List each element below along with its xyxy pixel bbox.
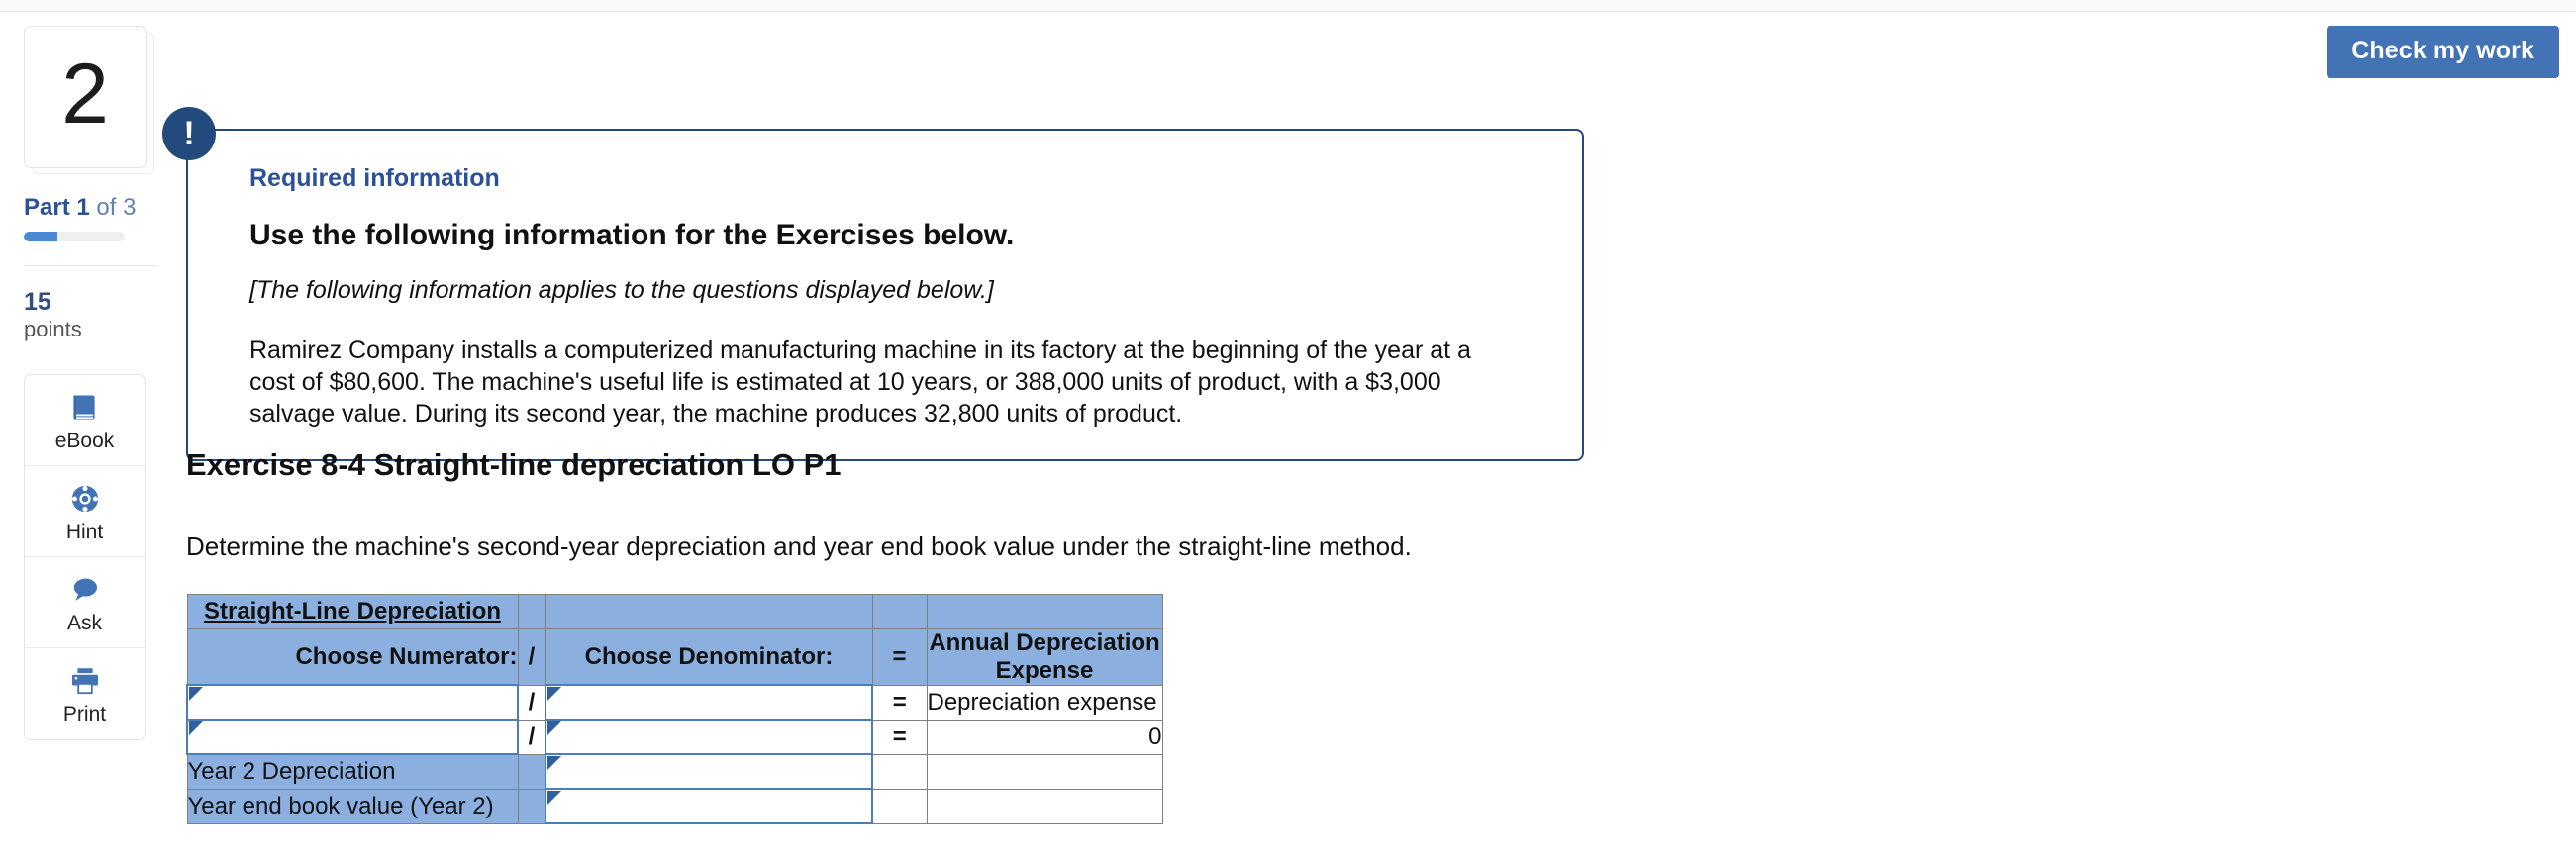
equals-symbol-row-2: =: [871, 719, 928, 755]
result-cell-row-2: 0: [926, 719, 1163, 755]
question-number-card: 2: [24, 26, 154, 174]
divide-symbol-row-1: /: [517, 684, 546, 721]
dropdown-caret-icon: [547, 791, 561, 806]
header-choose-numerator: Choose Numerator:: [186, 628, 519, 686]
required-information-note: [The following information applies to th…: [249, 276, 994, 304]
tool-item-ebook[interactable]: eBook: [25, 375, 145, 467]
dropdown-caret-icon: [189, 721, 203, 736]
exclamation-icon: !: [162, 107, 216, 160]
denominator-input-row-2[interactable]: [545, 719, 873, 756]
points-value: 15: [24, 288, 51, 316]
tool-label-ask: Ask: [66, 611, 102, 634]
tool-label-ebook: eBook: [54, 429, 115, 452]
year-end-book-value-input[interactable]: [545, 788, 873, 825]
straight-line-depreciation-table: Straight-Line Depreciation Choose Numera…: [186, 594, 1163, 825]
check-my-work-button[interactable]: Check my work: [2327, 26, 2559, 78]
worksheet-title-spacer-2: [545, 594, 873, 629]
tool-item-print[interactable]: Print: [25, 648, 145, 739]
header-choose-denominator: Choose Denominator:: [545, 628, 873, 686]
speech-bubble-ask-icon: [68, 572, 102, 608]
ebook-icon: [68, 390, 102, 426]
year-end-book-value-value: [546, 805, 871, 809]
part-total: 3: [123, 194, 137, 221]
required-information-body: Ramirez Company installs a computerized …: [249, 336, 1471, 428]
exercise-title: Exercise 8-4 Straight-line depreciation …: [186, 447, 842, 482]
table-row: Year end book value (Year 2): [186, 788, 1163, 825]
question-number: 2: [61, 47, 109, 142]
tool-item-ask[interactable]: Ask: [25, 557, 145, 649]
page-root: Check my work 2 Part 1 of 3 15 points eB…: [0, 0, 2576, 865]
printer-icon: [68, 663, 102, 699]
year-end-book-value-op-cell: [871, 788, 928, 824]
points-unit-label: points: [24, 316, 82, 341]
question-sidebar: 2 Part 1 of 3 15 points eBook Hint Ask P…: [24, 26, 162, 741]
year-end-book-value-result-cell: [926, 788, 1163, 824]
required-information-panel: ! Required information Use the following…: [162, 107, 1584, 461]
question-card-front: 2: [24, 26, 147, 168]
year-2-depreciation-op-cell: [871, 753, 928, 790]
table-row: Year 2 Depreciation: [186, 753, 1163, 791]
year-2-depreciation-result-cell: [926, 753, 1163, 790]
denominator-value-row-1: [546, 701, 871, 705]
tool-label-print: Print: [62, 703, 107, 726]
year-2-depreciation-spacer: [517, 753, 546, 790]
row-label-year-2-depreciation: Year 2 Depreciation: [186, 753, 519, 790]
denominator-value-row-2: [546, 735, 871, 739]
tool-item-hint[interactable]: Hint: [25, 466, 145, 558]
worksheet-wrapper: Straight-Line Depreciation Choose Numera…: [186, 594, 1163, 825]
row-label-year-end-book-value: Year end book value (Year 2): [186, 788, 519, 824]
part-current: 1: [76, 194, 90, 221]
denominator-input-row-1[interactable]: [545, 684, 873, 721]
numerator-input-row-2[interactable]: [186, 719, 519, 756]
required-information-heading: Use the following information for the Ex…: [249, 219, 1015, 251]
dropdown-caret-icon: [189, 687, 203, 702]
table-row: / = 0: [186, 719, 1163, 756]
top-strip: [0, 0, 2576, 12]
part-progress-fill: [24, 232, 57, 241]
numerator-input-row-1[interactable]: [186, 684, 519, 721]
numerator-value-row-1: [188, 701, 517, 705]
header-equals-symbol: =: [871, 628, 928, 686]
points-block: 15 points: [24, 288, 162, 342]
header-divide-symbol: /: [517, 628, 546, 686]
exercise-prompt: Determine the machine's second-year depr…: [186, 531, 1412, 561]
tool-menu: eBook Hint Ask Print: [24, 374, 146, 741]
worksheet-title-spacer-1: [517, 594, 546, 629]
required-information-kicker: Required information: [249, 164, 500, 192]
worksheet-title-spacer-4: [926, 594, 1163, 629]
year-end-book-value-spacer: [517, 788, 546, 824]
worksheet-title-cell: Straight-Line Depreciation: [186, 594, 519, 629]
table-row-title: Straight-Line Depreciation: [186, 594, 1163, 629]
year-2-depreciation-input[interactable]: [545, 753, 873, 791]
dropdown-caret-icon: [547, 756, 561, 771]
tool-label-hint: Hint: [65, 520, 104, 543]
worksheet-title-spacer-3: [871, 594, 928, 629]
result-cell-row-1: Depreciation expense: [926, 684, 1163, 721]
part-indicator: Part 1 of 3: [24, 194, 162, 222]
equals-symbol-row-1: =: [871, 684, 928, 721]
numerator-value-row-2: [188, 735, 517, 739]
lifering-hint-icon: [68, 481, 102, 517]
sidebar-divider: [24, 265, 158, 266]
dropdown-caret-icon: [547, 687, 561, 702]
year-2-depreciation-value: [546, 770, 871, 774]
table-row-header: Choose Numerator: / Choose Denominator: …: [186, 628, 1163, 686]
part-of-word: of: [96, 194, 117, 221]
header-annual-depreciation-expense: Annual Depreciation Expense: [926, 628, 1163, 686]
divide-symbol-row-2: /: [517, 719, 546, 755]
required-information-box: Required information Use the following i…: [186, 129, 1584, 461]
part-progress-bar: [24, 232, 125, 241]
table-row: / = Depreciation expense: [186, 684, 1163, 721]
part-prefix: Part: [24, 194, 70, 221]
dropdown-caret-icon: [547, 721, 561, 736]
